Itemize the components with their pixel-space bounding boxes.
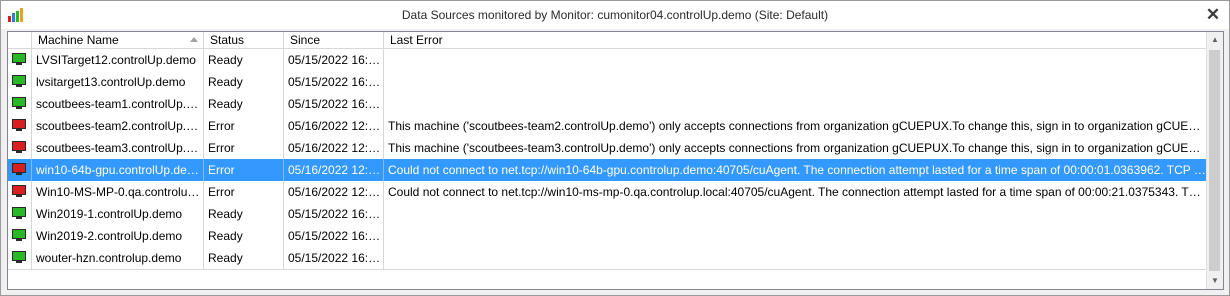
- status-cell: Error: [204, 159, 284, 181]
- machine-name-cell: scoutbees-team1.controlUp.demo: [32, 93, 204, 115]
- last-error-cell: This machine ('scoutbees-team3.controlUp…: [388, 141, 1206, 155]
- row-icon-cell: [8, 225, 32, 247]
- status-cell: Ready: [204, 225, 284, 247]
- last-error-cell: [384, 93, 1206, 115]
- vertical-scrollbar[interactable]: ▲ ▼: [1206, 32, 1223, 289]
- green-monitor-icon: [12, 53, 26, 65]
- green-monitor-icon: [12, 97, 26, 109]
- red-monitor-icon: [12, 119, 26, 131]
- row-icon-cell: [8, 247, 32, 269]
- status-cell: Error: [204, 137, 284, 159]
- machine-name-cell: win10-64b-gpu.controlUp.demo: [32, 159, 204, 181]
- scroll-down-arrow-icon[interactable]: ▼: [1207, 273, 1223, 289]
- table-row[interactable]: scoutbees-team2.controlUp.demo Error 05/16…: [8, 115, 1206, 138]
- machine-name-cell: Win2019-2.controlUp.demo: [32, 225, 204, 247]
- since-cell: 05/16/2022 12:5...: [284, 181, 384, 203]
- machine-name-cell: wouter-hzn.controlup.demo: [32, 247, 204, 269]
- column-header-status[interactable]: Status: [204, 32, 284, 48]
- data-sources-table[interactable]: Machine Name Status Since Last Error LVS…: [7, 31, 1224, 290]
- column-header-since[interactable]: Since: [284, 32, 384, 48]
- table-row[interactable]: wouter-hzn.controlup.demo Ready 05/15/2022…: [8, 247, 1206, 270]
- since-cell: 05/15/2022 16:0...: [284, 71, 384, 93]
- machine-name-cell: Win2019-1.controlUp.demo: [32, 203, 204, 225]
- table-header: Machine Name Status Since Last Error: [8, 32, 1206, 49]
- last-error-cell: [384, 247, 1206, 269]
- since-cell: 05/15/2022 16:0...: [284, 225, 384, 247]
- green-monitor-icon: [12, 229, 26, 241]
- table-row[interactable]: Win10-MS-MP-0.qa.controlup.local Error 05/…: [8, 181, 1206, 204]
- last-error-cell: Could not connect to net.tcp://win10-64b…: [388, 163, 1206, 177]
- data-sources-window: Data Sources monitored by Monitor: cumon…: [0, 0, 1230, 296]
- row-icon-cell: [8, 137, 32, 159]
- scrollbar-thumb[interactable]: [1209, 50, 1220, 271]
- machine-name-cell: scoutbees-team3.controlUp.demo: [32, 137, 204, 159]
- table-row[interactable]: scoutbees-team3.controlUp.demo Error 05/16…: [8, 137, 1206, 160]
- column-header-icon[interactable]: [8, 32, 32, 48]
- last-error-cell: [384, 225, 1206, 247]
- status-cell: Ready: [204, 247, 284, 269]
- green-monitor-icon: [12, 207, 26, 219]
- red-monitor-icon: [12, 185, 26, 197]
- row-icon-cell: [8, 49, 32, 71]
- status-cell: Ready: [204, 203, 284, 225]
- table-row[interactable]: lvsitarget13.controlUp.demo Ready 05/15/20…: [8, 71, 1206, 94]
- table-row[interactable]: Win2019-2.controlUp.demo Ready 05/15/2022 …: [8, 225, 1206, 248]
- table-row[interactable]: win10-64b-gpu.controlUp.demo Error 05/16/2…: [8, 159, 1206, 182]
- status-cell: Error: [204, 181, 284, 203]
- green-monitor-icon: [12, 251, 26, 263]
- scroll-up-arrow-icon[interactable]: ▲: [1207, 32, 1223, 48]
- row-icon-cell: [8, 181, 32, 203]
- status-cell: Ready: [204, 49, 284, 71]
- since-cell: 05/15/2022 16:0...: [284, 247, 384, 269]
- row-icon-cell: [8, 71, 32, 93]
- status-cell: Error: [204, 115, 284, 137]
- table-row[interactable]: Win2019-1.controlUp.demo Ready 05/15/2022 …: [8, 203, 1206, 226]
- machine-name-cell: scoutbees-team2.controlUp.demo: [32, 115, 204, 137]
- machine-name-cell: lvsitarget13.controlUp.demo: [32, 71, 204, 93]
- machine-name-cell: Win10-MS-MP-0.qa.controlup.local: [32, 181, 204, 203]
- row-icon-cell: [8, 93, 32, 115]
- since-cell: 05/15/2022 16:0...: [284, 49, 384, 71]
- column-header-machine-name-label: Machine Name: [38, 33, 119, 47]
- close-icon[interactable]: ✕: [1203, 4, 1223, 26]
- since-cell: 05/15/2022 16:0...: [284, 93, 384, 115]
- since-cell: 05/15/2022 16:0...: [284, 203, 384, 225]
- status-cell: Ready: [204, 71, 284, 93]
- since-cell: 05/16/2022 12:5...: [284, 115, 384, 137]
- green-monitor-icon: [12, 75, 26, 87]
- since-cell: 05/16/2022 12:5...: [284, 137, 384, 159]
- sort-ascending-icon: [190, 37, 198, 42]
- since-cell: 05/16/2022 12:5...: [284, 159, 384, 181]
- last-error-cell: This machine ('scoutbees-team2.controlUp…: [388, 119, 1206, 133]
- last-error-cell: [384, 49, 1206, 71]
- title-bar: Data Sources monitored by Monitor: cumon…: [1, 1, 1229, 29]
- table-row[interactable]: LVSITarget12.controlUp.demo Ready 05/15/20…: [8, 49, 1206, 72]
- column-header-machine-name[interactable]: Machine Name: [32, 32, 204, 48]
- table-row[interactable]: scoutbees-team1.controlUp.demo Ready 05/15…: [8, 93, 1206, 116]
- column-header-last-error[interactable]: Last Error: [384, 32, 1206, 48]
- last-error-cell: [384, 71, 1206, 93]
- row-icon-cell: [8, 115, 32, 137]
- row-icon-cell: [8, 203, 32, 225]
- machine-name-cell: LVSITarget12.controlUp.demo: [32, 49, 204, 71]
- last-error-cell: [384, 203, 1206, 225]
- red-monitor-icon: [12, 141, 26, 153]
- row-icon-cell: [8, 159, 32, 181]
- window-title: Data Sources monitored by Monitor: cumon…: [401, 8, 829, 22]
- last-error-cell: Could not connect to net.tcp://win10-ms-…: [388, 185, 1206, 199]
- status-cell: Ready: [204, 93, 284, 115]
- red-monitor-icon: [12, 163, 26, 175]
